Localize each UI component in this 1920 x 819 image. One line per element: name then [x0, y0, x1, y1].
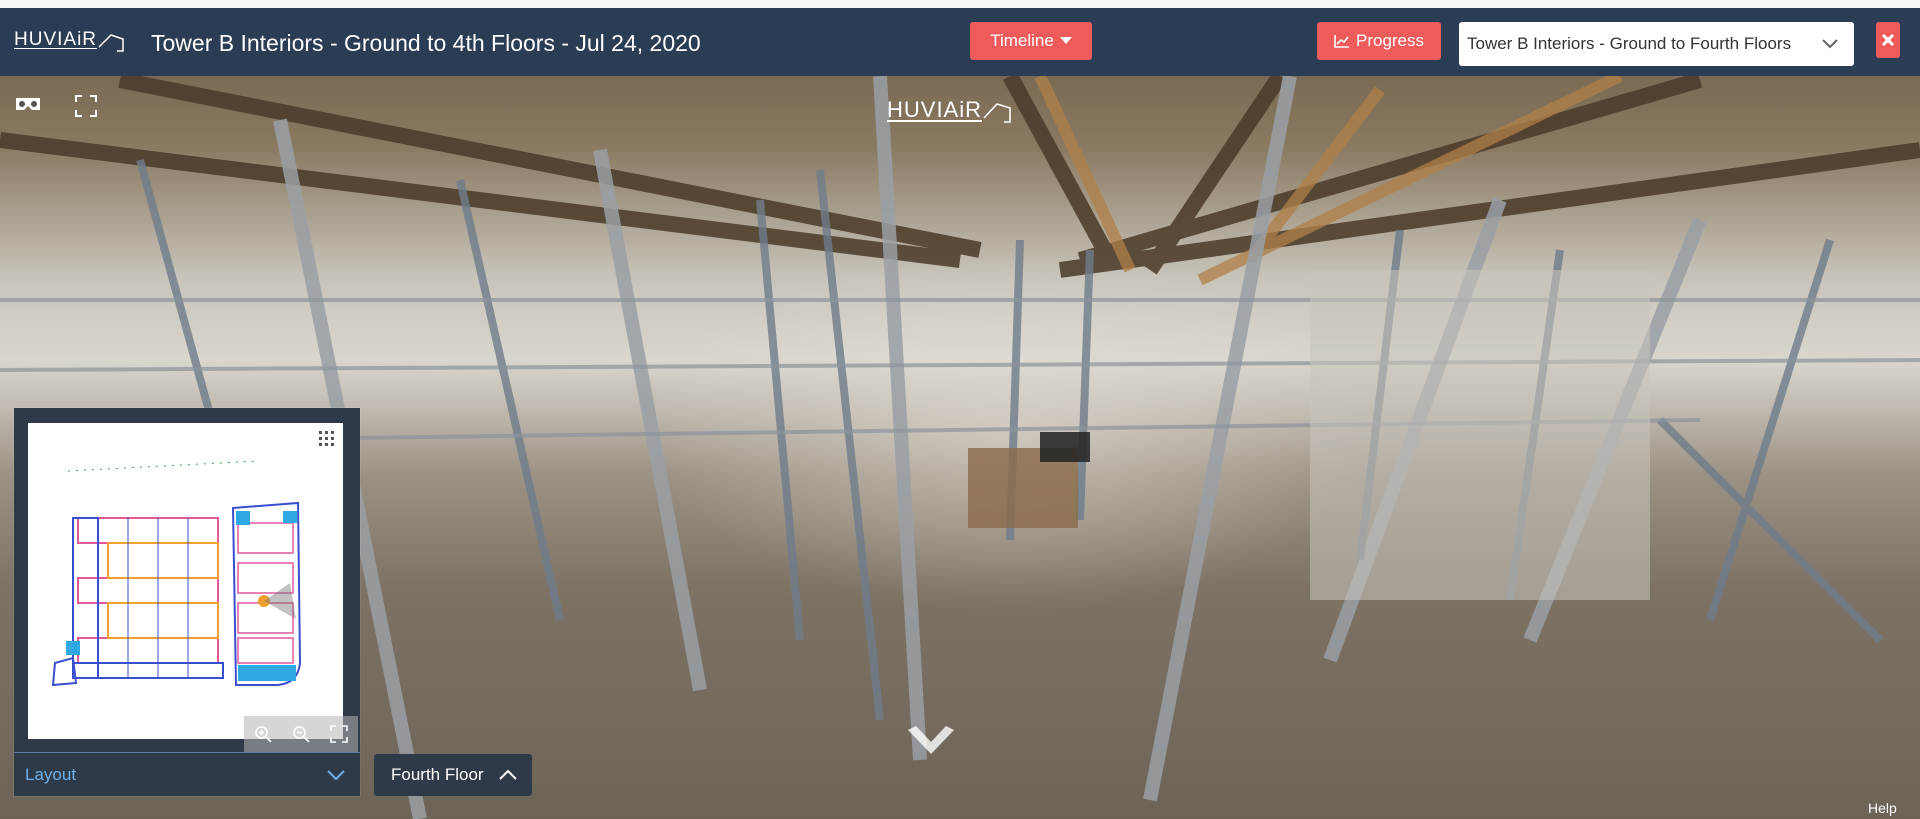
window-top-strip — [0, 0, 1920, 8]
progress-button[interactable]: Progress — [1317, 22, 1441, 60]
viewer-watermark: HUVIAiR — [887, 96, 1014, 124]
zoom-in-button[interactable] — [252, 723, 274, 745]
timeline-button[interactable]: Timeline — [970, 22, 1092, 60]
floor-plan-map[interactable] — [28, 423, 358, 752]
chevron-up-icon — [499, 769, 517, 780]
brand-logo[interactable]: HUVIAiR — [14, 28, 127, 52]
floor-selector-value: Fourth Floor — [391, 765, 484, 784]
viewer-watermark-text: HUVIAiR — [887, 97, 983, 122]
chevron-down-icon — [1822, 39, 1838, 49]
logo-house-icon — [983, 103, 1011, 123]
layout-label: Layout — [25, 765, 77, 784]
vr-headset-icon[interactable] — [14, 96, 42, 114]
project-select-value: Tower B Interiors - Ground to Fourth Flo… — [1467, 34, 1792, 53]
layout-dropdown[interactable]: Layout — [14, 752, 360, 796]
timeline-button-label: Timeline — [990, 31, 1054, 50]
logo-house-icon — [98, 34, 124, 52]
expand-icon — [330, 725, 348, 743]
zoom-out-icon — [293, 726, 310, 743]
fullscreen-icon[interactable] — [75, 95, 97, 117]
grid-icon[interactable] — [317, 429, 337, 449]
floor-plan-drawing — [51, 460, 302, 687]
zoom-in-icon — [255, 726, 272, 743]
zoom-out-button[interactable] — [290, 723, 312, 745]
help-link[interactable]: Help — [1868, 800, 1897, 816]
minimap-panel: Layout — [14, 408, 360, 796]
close-icon — [1882, 34, 1894, 46]
navigation-arrow-icon[interactable] — [906, 716, 956, 764]
project-select[interactable]: Tower B Interiors - Ground to Fourth Flo… — [1459, 22, 1854, 66]
brand-logo-text: HUVIAiR — [14, 29, 98, 50]
caret-down-icon — [1059, 37, 1072, 44]
progress-button-label: Progress — [1355, 31, 1425, 50]
expand-map-button[interactable] — [328, 723, 350, 745]
chevron-down-icon — [327, 770, 345, 781]
page-title: Tower B Interiors - Ground to 4th Floors… — [151, 30, 701, 56]
close-button[interactable] — [1876, 22, 1900, 58]
line-chart-icon — [1334, 35, 1349, 48]
map-zoom-controls — [244, 716, 358, 752]
floor-selector[interactable]: Fourth Floor — [374, 754, 532, 796]
